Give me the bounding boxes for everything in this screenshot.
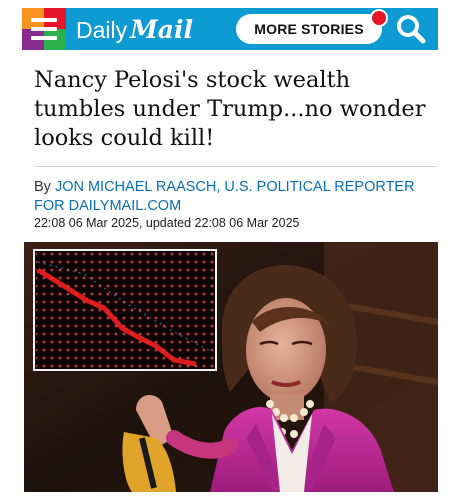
article-headline: Nancy Pelosi's stock wealth tumbles unde… bbox=[34, 67, 426, 151]
logo-mail-text: Mail bbox=[130, 15, 193, 44]
site-logo[interactable]: Daily Mail bbox=[76, 15, 193, 44]
byline: By JON MICHAEL RAASCH, U.S. POLITICAL RE… bbox=[34, 178, 434, 216]
article-timestamp: 22:08 06 Mar 2025, updated 22:08 06 Mar … bbox=[34, 216, 300, 230]
menu-icon bbox=[31, 18, 57, 45]
logo-daily-text: Daily bbox=[76, 17, 128, 43]
site-header: Daily Mail MORE STORIES bbox=[22, 8, 438, 50]
search-icon bbox=[397, 15, 426, 44]
more-stories-button[interactable]: MORE STORIES bbox=[236, 14, 382, 44]
notification-dot bbox=[370, 9, 388, 27]
menu-button[interactable] bbox=[22, 8, 66, 50]
article-hero-image[interactable] bbox=[24, 242, 438, 492]
divider bbox=[34, 166, 436, 167]
search-button[interactable] bbox=[394, 12, 428, 46]
author-link[interactable]: JON MICHAEL RAASCH, U.S. POLITICAL REPOR… bbox=[34, 179, 415, 214]
byline-prefix: By bbox=[34, 179, 51, 195]
article-page: Daily Mail MORE STORIES Nancy Pelosi's s… bbox=[22, 8, 438, 492]
hero-photo-illustration bbox=[24, 242, 438, 492]
